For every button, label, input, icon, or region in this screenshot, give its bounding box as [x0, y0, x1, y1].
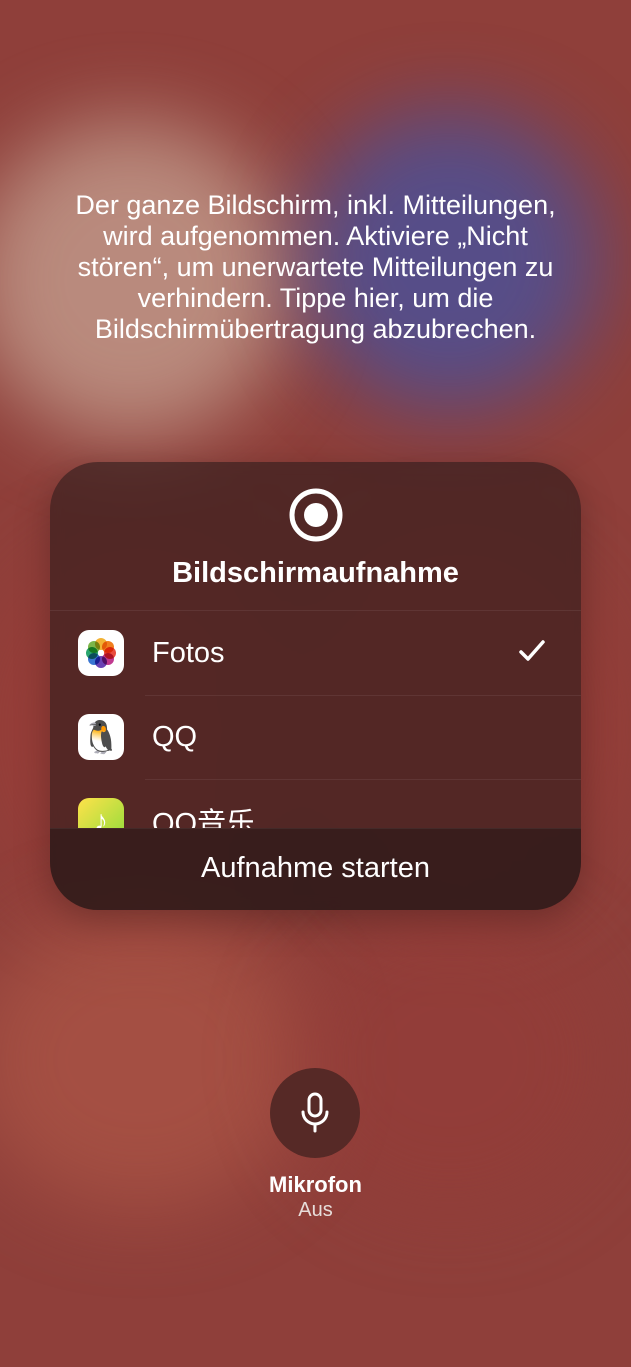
app-label: QQ — [152, 721, 547, 754]
screen-recording-info-text[interactable]: Der ganze Bildschirm, inkl. Mitteilungen… — [56, 190, 576, 345]
app-destination-list[interactable]: Fotos 🐧 QQ ♪ QQ音乐 — [50, 611, 581, 828]
qq-music-icon: ♪ — [78, 798, 124, 828]
microphone-toggle-button[interactable] — [270, 1068, 360, 1158]
app-item-fotos[interactable]: Fotos — [50, 611, 581, 695]
record-icon — [288, 487, 344, 543]
microphone-label: Mikrofon — [269, 1172, 362, 1198]
app-item-qq-music[interactable]: ♪ QQ音乐 — [50, 779, 581, 828]
app-label: Fotos — [152, 637, 517, 670]
microphone-control: Mikrofon Aus — [269, 1068, 362, 1222]
panel-title: Bildschirmaufnahme — [172, 557, 459, 590]
app-item-qq[interactable]: 🐧 QQ — [50, 695, 581, 779]
qq-icon: 🐧 — [78, 714, 124, 760]
microphone-state: Aus — [298, 1199, 332, 1222]
checkmark-icon — [517, 636, 547, 671]
photos-icon — [78, 630, 124, 676]
microphone-icon — [296, 1091, 334, 1135]
screen-recording-panel: Bildschirmaufnahme Fotos 🐧 QQ — [50, 462, 581, 910]
app-label: QQ音乐 — [152, 800, 547, 828]
panel-header: Bildschirmaufnahme — [50, 462, 581, 611]
start-recording-button[interactable]: Aufnahme starten — [50, 828, 581, 910]
